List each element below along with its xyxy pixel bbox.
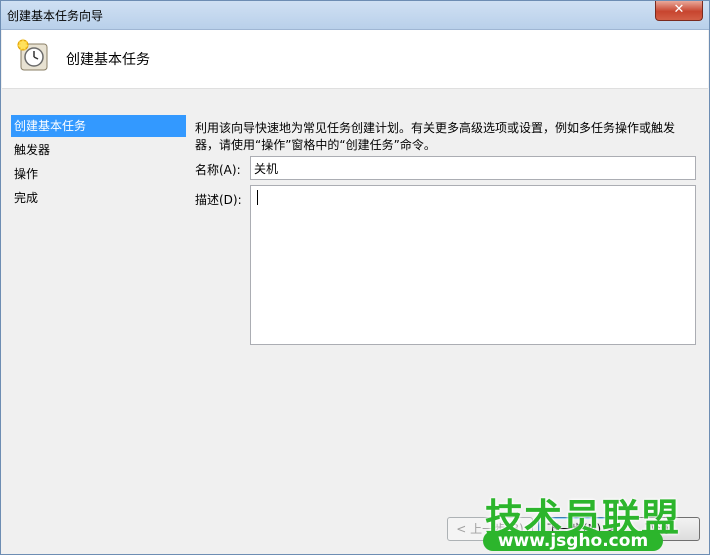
wizard-steps: 创建基本任务 触发器 操作 完成	[11, 115, 186, 554]
title-bar[interactable]: 创建基本任务向导 ✕	[1, 1, 709, 30]
wizard-header: 创建基本任务	[2, 30, 708, 89]
text-caret	[257, 190, 258, 205]
intro-line-1: 利用该向导快速地为常见任务创建计划。有关更多高级选项或设置，例如多任务操作或触发	[195, 121, 676, 135]
step-action[interactable]: 操作	[11, 163, 186, 185]
intro-text: 利用该向导快速地为常见任务创建计划。有关更多高级选项或设置，例如多任务操作或触发…	[195, 120, 695, 154]
name-input[interactable]	[250, 156, 696, 180]
description-input[interactable]	[250, 185, 696, 345]
intro-line-2: 器，请使用“操作”窗格中的“创建任务”命令。	[195, 138, 436, 152]
window-title: 创建基本任务向导	[7, 9, 104, 23]
description-label: 描述(D):	[195, 193, 242, 207]
step-finish[interactable]: 完成	[11, 187, 186, 209]
page-title: 创建基本任务	[66, 52, 150, 68]
close-button[interactable]: ✕	[655, 1, 703, 21]
task-clock-icon	[17, 38, 48, 71]
watermark: 技术员联盟 www.jsgho.com	[479, 487, 709, 553]
watermark-url: www.jsgho.com	[483, 531, 663, 551]
step-trigger[interactable]: 触发器	[11, 139, 186, 161]
close-icon: ✕	[673, 2, 685, 17]
wizard-window: 创建基本任务向导 ✕ 创建基本任务 创建基本任务 触发器 操作 完成 利用该向导…	[0, 0, 710, 555]
name-label: 名称(A):	[195, 163, 241, 177]
step-create-basic-task[interactable]: 创建基本任务	[11, 115, 186, 137]
